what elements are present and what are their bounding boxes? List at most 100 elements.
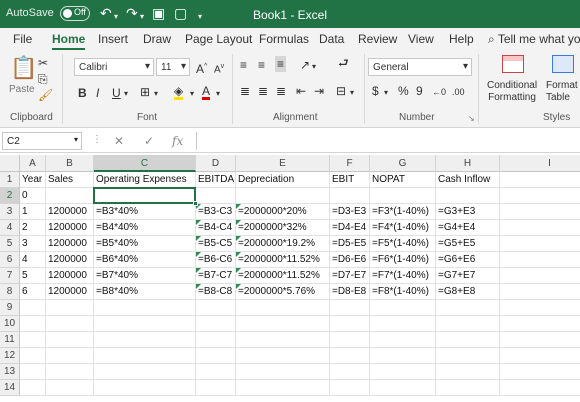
row-header-9[interactable]: 9 (0, 300, 20, 316)
name-box[interactable]: C2 ▾ (2, 132, 82, 150)
tab-home[interactable]: Home (52, 32, 86, 50)
font-color-dropdown-icon[interactable]: ▾ (216, 87, 220, 101)
increase-indent-icon[interactable]: ⇥ (314, 84, 324, 98)
fill-handle[interactable] (193, 201, 198, 206)
cancel-icon[interactable]: ✕ (114, 134, 124, 148)
row-header-8[interactable]: 8 (0, 284, 20, 300)
cell-c13[interactable] (94, 364, 196, 380)
row-header-4[interactable]: 4 (0, 220, 20, 236)
decrease-decimal-icon[interactable]: .00 (452, 85, 465, 99)
column-header-i[interactable]: I (500, 155, 580, 172)
row-header-7[interactable]: 7 (0, 268, 20, 284)
number-format-select[interactable]: General ▾ (368, 58, 472, 76)
paste-icon[interactable]: 📋 (10, 56, 37, 80)
cell-f12[interactable] (330, 348, 370, 364)
cell-h9[interactable] (436, 300, 500, 316)
cell-f10[interactable] (330, 316, 370, 332)
merge-center-icon[interactable]: ⊟ (336, 84, 346, 98)
decrease-indent-icon[interactable]: ⇤ (296, 84, 306, 98)
cell-h2[interactable] (436, 188, 500, 204)
cell-c12[interactable] (94, 348, 196, 364)
cell-c2[interactable] (94, 188, 196, 204)
currency-icon[interactable]: $ (372, 84, 379, 98)
comma-style-icon[interactable]: 9 (416, 84, 423, 98)
increase-decimal-icon[interactable]: ←0 (432, 85, 446, 99)
font-size-select[interactable]: 11 ▾ (156, 58, 190, 76)
borders-dropdown-icon[interactable]: ▾ (154, 87, 158, 101)
column-header-c[interactable]: C (94, 155, 196, 172)
align-left-icon[interactable]: ≣ (240, 84, 250, 98)
cell-i13[interactable] (500, 364, 580, 380)
cell-i8[interactable] (500, 284, 580, 300)
cell-d10[interactable] (196, 316, 236, 332)
cell-h11[interactable] (436, 332, 500, 348)
tell-me-search[interactable]: ⌕ Tell me what you (488, 32, 580, 47)
cell-c11[interactable] (94, 332, 196, 348)
tab-help[interactable]: Help (449, 32, 474, 46)
font-name-select[interactable]: Calibri ▾ (74, 58, 154, 76)
cell-e13[interactable] (236, 364, 330, 380)
row-header-12[interactable]: 12 (0, 348, 20, 364)
error-indicator-icon[interactable] (236, 220, 241, 225)
formula-input[interactable] (196, 132, 580, 150)
cell-f2[interactable] (330, 188, 370, 204)
error-indicator-icon[interactable] (196, 268, 201, 273)
error-indicator-icon[interactable] (196, 252, 201, 257)
cell-g14[interactable] (370, 380, 436, 396)
row-header-6[interactable]: 6 (0, 252, 20, 268)
cell-i11[interactable] (500, 332, 580, 348)
cell-i3[interactable] (500, 204, 580, 220)
column-header-a[interactable]: A (20, 155, 46, 172)
cell-g12[interactable] (370, 348, 436, 364)
cell-i2[interactable] (500, 188, 580, 204)
cell-d12[interactable] (196, 348, 236, 364)
cell-i10[interactable] (500, 316, 580, 332)
row-header-14[interactable]: 14 (0, 380, 20, 396)
underline-dropdown-icon[interactable]: ▾ (124, 87, 128, 101)
cell-e12[interactable] (236, 348, 330, 364)
cell-i1[interactable] (500, 172, 580, 188)
format-as-table-label[interactable]: Format as Table (546, 80, 580, 104)
cell-g9[interactable] (370, 300, 436, 316)
cell-h14[interactable] (436, 380, 500, 396)
paste-label[interactable]: Paste (9, 83, 35, 97)
cell-g11[interactable] (370, 332, 436, 348)
tab-file[interactable]: File (13, 32, 32, 46)
align-top-icon[interactable]: ≡ (240, 58, 247, 72)
conditional-formatting-label[interactable]: Conditional Formatting (487, 80, 537, 104)
row-header-10[interactable]: 10 (0, 316, 20, 332)
cell-e14[interactable] (236, 380, 330, 396)
enter-icon[interactable]: ✓ (144, 134, 154, 148)
align-middle-icon[interactable]: ≡ (258, 58, 265, 72)
cell-d14[interactable] (196, 380, 236, 396)
bold-icon[interactable]: B (78, 86, 87, 100)
cell-f14[interactable] (330, 380, 370, 396)
tab-page-layout[interactable]: Page Layout (185, 32, 252, 46)
copy-icon[interactable]: ⎘ (38, 72, 48, 86)
percent-icon[interactable]: % (398, 84, 409, 98)
cell-e11[interactable] (236, 332, 330, 348)
tab-data[interactable]: Data (319, 32, 344, 46)
cell-i4[interactable] (500, 220, 580, 236)
error-indicator-icon[interactable] (196, 284, 201, 289)
cell-a14[interactable] (20, 380, 46, 396)
column-header-e[interactable]: E (236, 155, 330, 172)
cell-b11[interactable] (46, 332, 94, 348)
row-header-3[interactable]: 3 (0, 204, 20, 220)
cell-h13[interactable] (436, 364, 500, 380)
cell-f9[interactable] (330, 300, 370, 316)
row-header-13[interactable]: 13 (0, 364, 20, 380)
error-indicator-icon[interactable] (236, 252, 241, 257)
cell-d11[interactable] (196, 332, 236, 348)
merge-dropdown-icon[interactable]: ▾ (350, 86, 354, 100)
conditional-formatting-icon[interactable] (502, 55, 524, 73)
increase-font-icon[interactable]: A^ (196, 60, 207, 76)
row-header-2[interactable]: 2 (0, 188, 20, 204)
cell-b12[interactable] (46, 348, 94, 364)
cell-h12[interactable] (436, 348, 500, 364)
format-painter-icon[interactable]: 🖌 (38, 88, 53, 102)
cell-f13[interactable] (330, 364, 370, 380)
error-indicator-icon[interactable] (236, 268, 241, 273)
decrease-font-icon[interactable]: Av (214, 60, 224, 77)
tab-insert[interactable]: Insert (98, 32, 128, 46)
